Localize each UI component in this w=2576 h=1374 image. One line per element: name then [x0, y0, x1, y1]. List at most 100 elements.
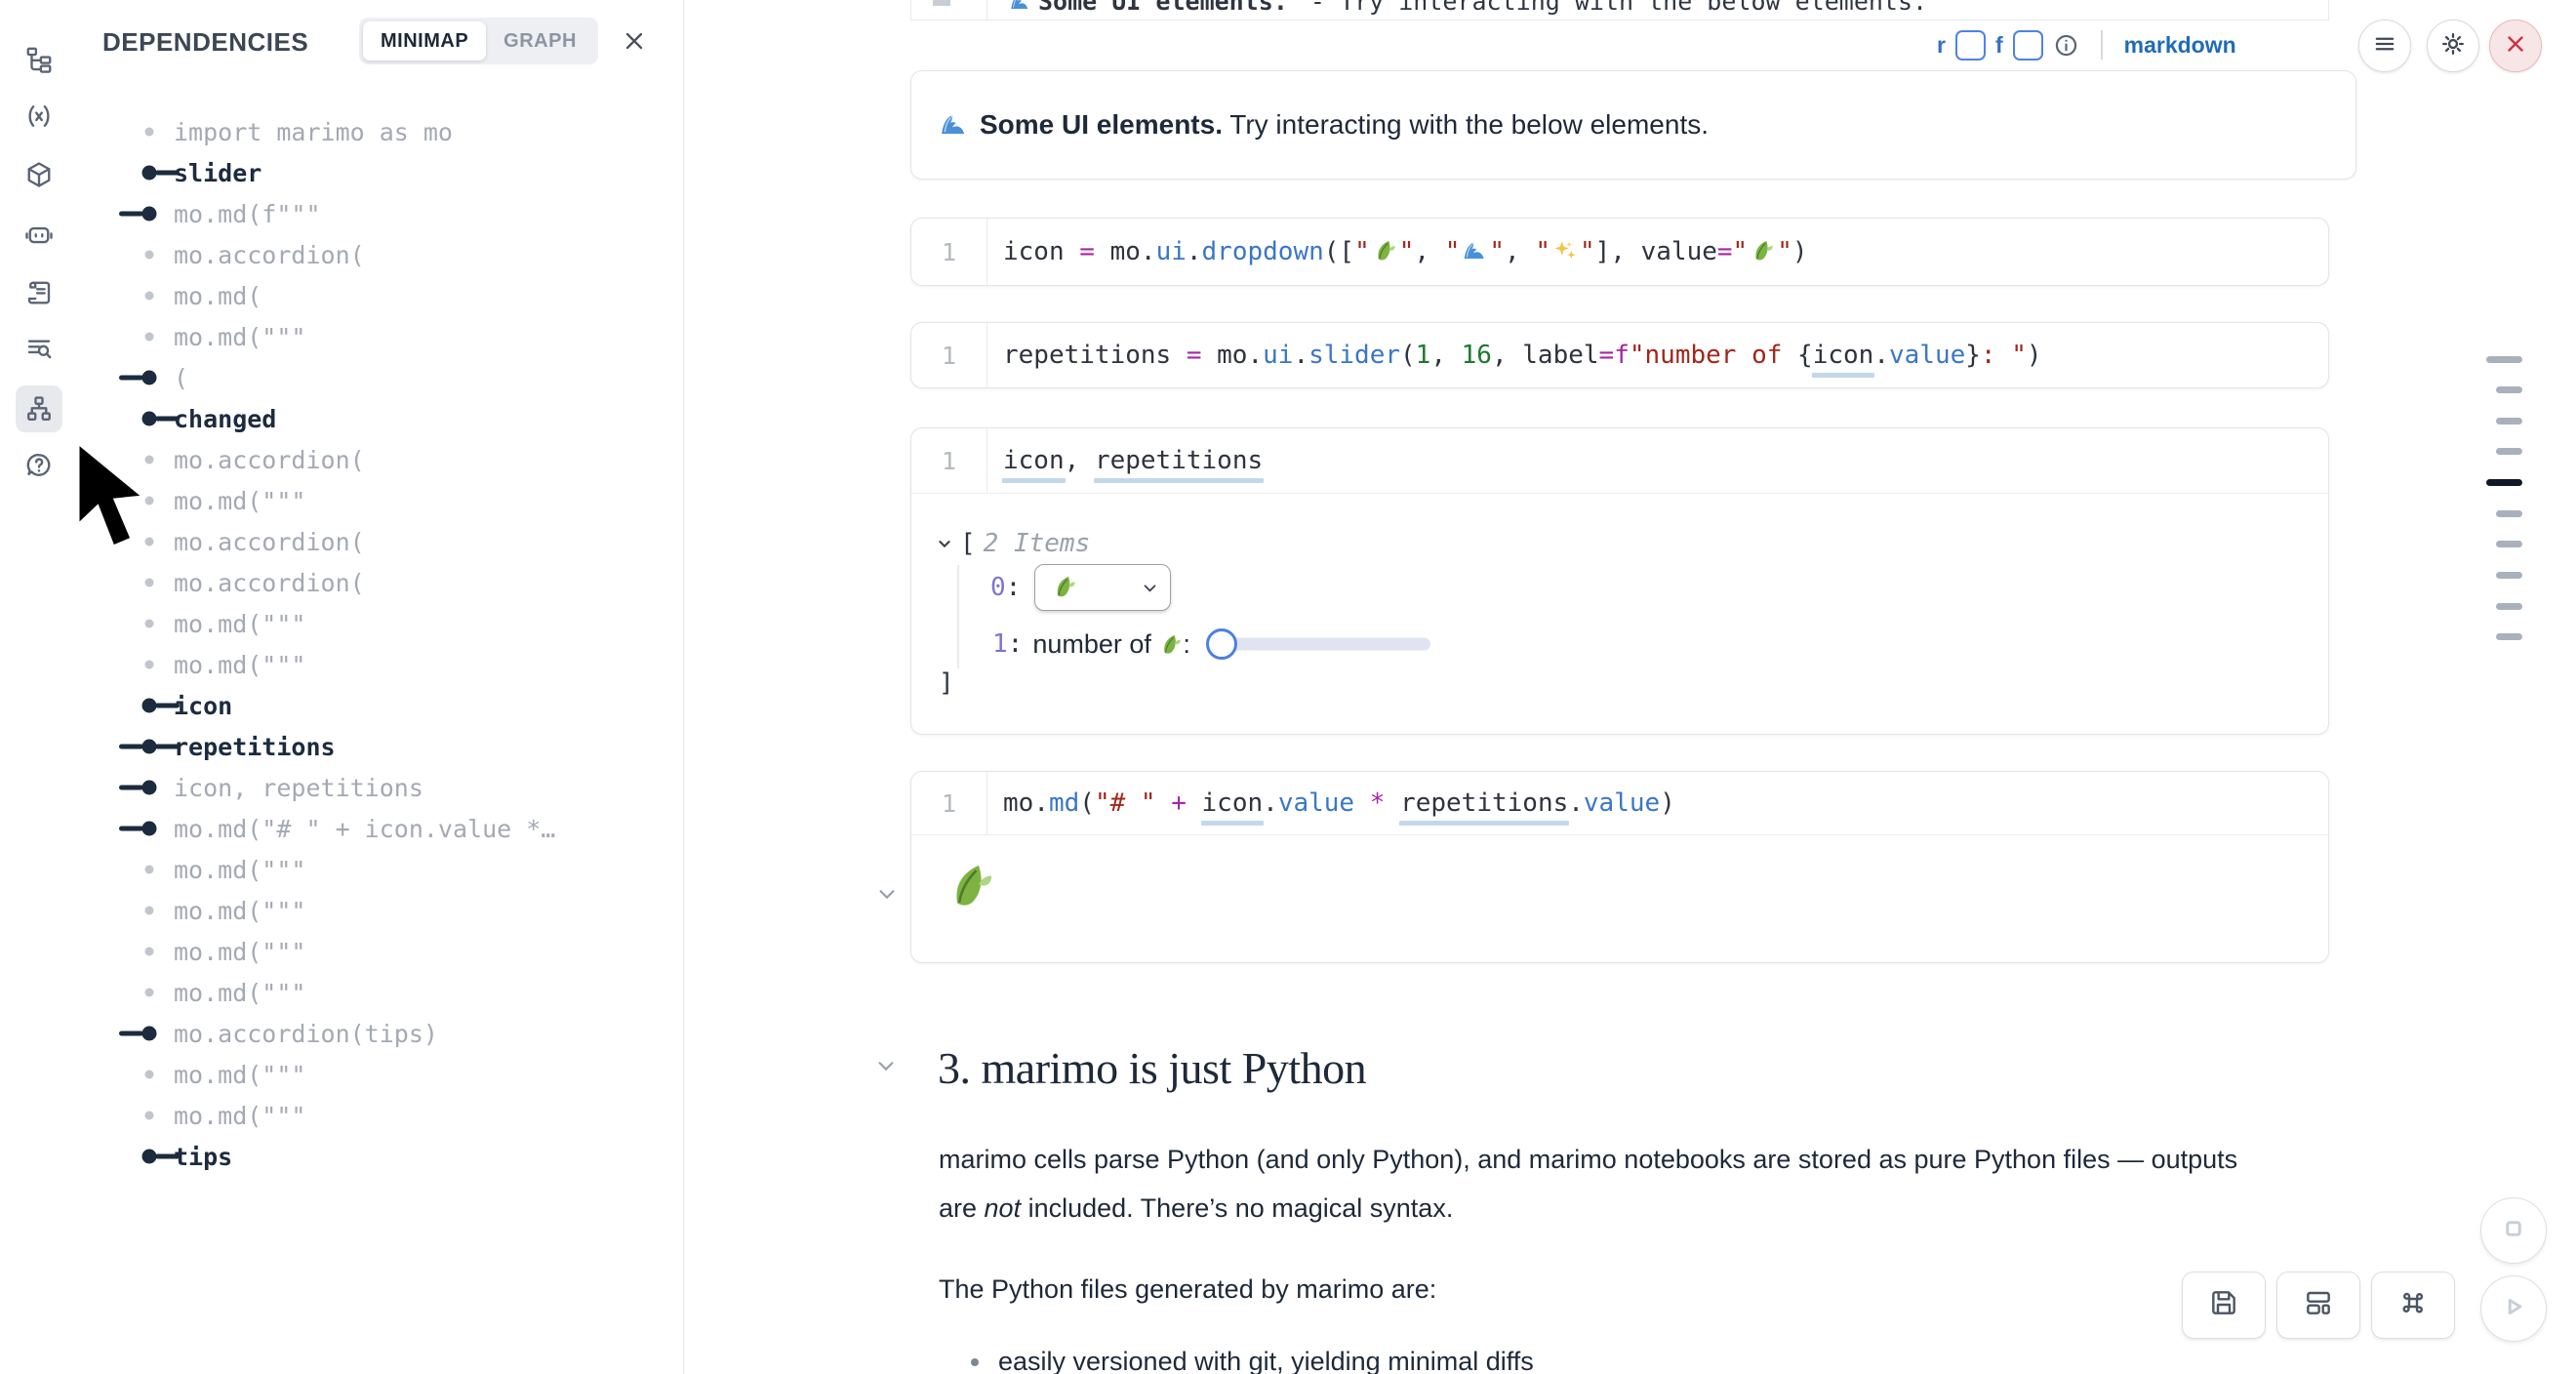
settings-button[interactable] [2427, 20, 2479, 72]
minimap-item[interactable]: mo.accordion( [78, 234, 683, 275]
code-line: mo.md("# " + icon.value * repetitions.va… [987, 772, 1675, 834]
sidebar-ai-chat-button[interactable] [16, 211, 62, 258]
scroll-minimap-dash[interactable] [2496, 386, 2522, 393]
close-icon [621, 27, 648, 60]
slider-handle[interactable] [1206, 628, 1237, 660]
minimap-item[interactable]: slider [78, 152, 683, 193]
menu-icon [2371, 30, 2398, 62]
mouse-cursor [70, 441, 168, 553]
scroll-minimap-dash[interactable] [2496, 418, 2522, 424]
scroll-minimap-dash-current[interactable] [2486, 479, 2522, 486]
command-palette-button[interactable] [2371, 1272, 2455, 1339]
scroll-minimap-dash[interactable] [2496, 633, 2522, 640]
sidebar-variables-button[interactable] [16, 93, 62, 140]
minimap-cell-list: import marimo as moslidermo.md(f"""mo.ac… [78, 111, 683, 1177]
sidebar-help-button[interactable] [16, 442, 62, 489]
dropdown-select[interactable] [1034, 564, 1171, 611]
minimap-item[interactable]: mo.md(""" [78, 603, 683, 644]
scroll-minimap-dash[interactable] [2496, 510, 2522, 517]
minimap-item[interactable]: mo.md("# " + icon.value *… [78, 808, 683, 849]
sidebar-file-explorer-button[interactable] [16, 36, 62, 83]
packages-icon [24, 160, 54, 189]
collapse-section-chevron-icon[interactable] [875, 1055, 897, 1076]
gear-icon [2439, 30, 2467, 62]
cell-code-editor[interactable]: 1 repetitions = mo.ui.slider(1, 16, labe… [911, 323, 2328, 387]
paragraph-2: The Python files generated by marimo are… [939, 1265, 2295, 1313]
r-toggle-checkbox[interactable] [1955, 30, 1986, 61]
stop-button[interactable] [2480, 1197, 2547, 1264]
sidebar-packages-button[interactable] [16, 151, 62, 198]
dataflow-marker-icon [78, 316, 174, 357]
minimap-item[interactable]: ( [78, 357, 683, 398]
md-output-text: Some UI elements. Try interacting with t… [980, 109, 1709, 141]
dataflow-marker-icon [78, 1054, 174, 1095]
leaf-emoji [944, 879, 996, 896]
minimap-item[interactable]: import marimo as mo [78, 111, 683, 152]
slider-track[interactable] [1220, 638, 1430, 651]
shutdown-button[interactable] [2489, 20, 2542, 72]
minimap-item[interactable]: mo.md(""" [78, 931, 683, 972]
chevron-down-icon [937, 536, 952, 551]
sidebar-snippets-button[interactable] [16, 269, 62, 316]
collapse-output-chevron-icon[interactable] [876, 883, 898, 905]
minimap-item[interactable]: mo.md(""" [78, 480, 683, 521]
sidebar-dependencies-button[interactable] [16, 385, 62, 432]
array-close-bracket: ] [939, 668, 954, 698]
dataflow-marker-icon [78, 111, 174, 152]
cell-language-label[interactable]: markdown [2124, 32, 2236, 59]
minimap-item[interactable]: mo.accordion( [78, 439, 683, 480]
save-button[interactable] [2182, 1272, 2266, 1339]
scroll-minimap-dash[interactable] [2486, 356, 2522, 363]
array-output-header[interactable]: [ 2 Items [937, 526, 1090, 561]
minimap-item[interactable]: mo.accordion( [78, 521, 683, 562]
minimap-item[interactable]: mo.accordion(tips) [78, 1013, 683, 1054]
tree-guide-line [957, 565, 959, 668]
close-panel-button[interactable] [617, 25, 652, 61]
dataflow-marker-icon [78, 808, 174, 849]
minimap-item-label: mo.md(""" [174, 487, 305, 515]
scroll-minimap-dash[interactable] [2496, 448, 2522, 455]
minimap-item[interactable]: icon, repetitions [78, 767, 683, 808]
minimap-item[interactable]: mo.md(""" [78, 644, 683, 685]
cell-code-editor[interactable]: 1 icon, repetitions [911, 428, 2328, 493]
minimap-item-label: mo.md(""" [174, 1102, 305, 1130]
minimap-item-label: mo.accordion( [174, 446, 365, 474]
minimap-item[interactable]: tips [78, 1136, 683, 1177]
list-item: easily versioned with git, yielding mini… [971, 1347, 1534, 1374]
leaf-emoji [1051, 575, 1077, 601]
scroll-minimap-dash[interactable] [2496, 541, 2522, 547]
minimap-item[interactable]: mo.md(""" [78, 1095, 683, 1136]
markdown-cell-editor[interactable]: Some UI elements. - Try interacting with… [910, 0, 2329, 20]
minimap-item[interactable]: mo.md(""" [78, 1054, 683, 1095]
minimap-item[interactable]: mo.md( [78, 275, 683, 316]
minimap-item[interactable]: changed [78, 398, 683, 439]
minimap-item-label: mo.md(""" [174, 979, 305, 1007]
minimap-item[interactable]: mo.md(f""" [78, 193, 683, 234]
markdown-output: Some UI elements. Try interacting with t… [910, 70, 2356, 180]
scroll-minimap-dash[interactable] [2496, 572, 2522, 579]
layout-toggle-button[interactable] [2276, 1272, 2360, 1339]
scroll-minimap-dash[interactable] [2496, 603, 2522, 610]
cell-code-editor[interactable]: 1 mo.md("# " + icon.value * repetitions.… [911, 772, 2328, 834]
code-cell-dropdown: 1 icon = mo.ui.dropdown(["", "", ""], va… [910, 218, 2329, 286]
toolbar-divider [2101, 30, 2103, 60]
sidebar-logs-button[interactable] [16, 326, 62, 373]
minimap-item[interactable]: mo.accordion( [78, 562, 683, 603]
minimap-item[interactable]: mo.md(""" [78, 849, 683, 890]
minimap-item[interactable]: mo.md(""" [78, 316, 683, 357]
tab-graph[interactable]: GRAPH [486, 21, 594, 61]
run-button[interactable] [2480, 1275, 2547, 1342]
notebook-menu-button[interactable] [2358, 20, 2411, 72]
cell-output-divider [911, 493, 2328, 494]
chevron-down-icon [1142, 580, 1158, 596]
cell-code-editor[interactable]: 1 icon = mo.ui.dropdown(["", "", ""], va… [911, 219, 2328, 285]
stop-icon [2499, 1214, 2528, 1248]
minimap-item[interactable]: repetitions [78, 726, 683, 767]
minimap-item[interactable]: mo.md(""" [78, 972, 683, 1013]
array-index-0: 0: [990, 573, 1021, 602]
minimap-item[interactable]: icon [78, 685, 683, 726]
tab-minimap[interactable]: MINIMAP [363, 21, 486, 61]
minimap-item[interactable]: mo.md(""" [78, 890, 683, 931]
f-toggle-checkbox[interactable] [2013, 30, 2043, 61]
info-icon[interactable] [2053, 32, 2079, 59]
